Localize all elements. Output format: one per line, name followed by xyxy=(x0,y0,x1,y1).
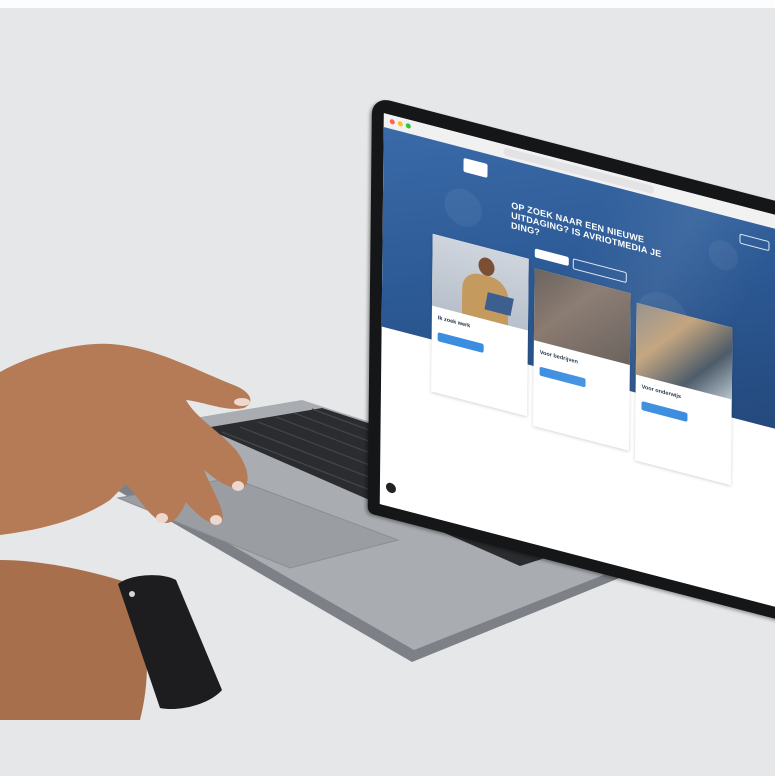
maximize-dot-icon[interactable] xyxy=(405,122,411,130)
hand xyxy=(0,343,251,535)
window-controls xyxy=(389,118,411,130)
card-title: Voor onderwijs xyxy=(641,384,682,401)
main-nav xyxy=(564,192,588,198)
nav-cta-button[interactable] xyxy=(739,233,770,252)
card-button[interactable] xyxy=(437,332,484,354)
watch-buckle xyxy=(129,591,135,597)
card-button[interactable] xyxy=(641,401,688,422)
card-button[interactable] xyxy=(539,366,586,388)
card-title: Ik zoek werk xyxy=(437,315,471,330)
card-photo xyxy=(635,302,733,400)
close-dot-icon[interactable] xyxy=(389,118,395,125)
chat-bubble-icon[interactable] xyxy=(385,481,396,495)
card-job-seekers[interactable]: Ik zoek werk xyxy=(431,233,529,417)
minimize-dot-icon[interactable] xyxy=(397,120,403,127)
card-companies[interactable]: Voor bedrijven xyxy=(532,268,631,451)
card-education[interactable]: Voor onderwijs xyxy=(634,302,733,486)
card-title: Voor bedrijven xyxy=(539,349,578,366)
card-photo xyxy=(533,268,631,366)
photo-scene: OP ZOEK NAAR EEN NIEUWE UITDAGING? IS AV… xyxy=(0,0,775,776)
site-logo[interactable] xyxy=(463,157,488,178)
